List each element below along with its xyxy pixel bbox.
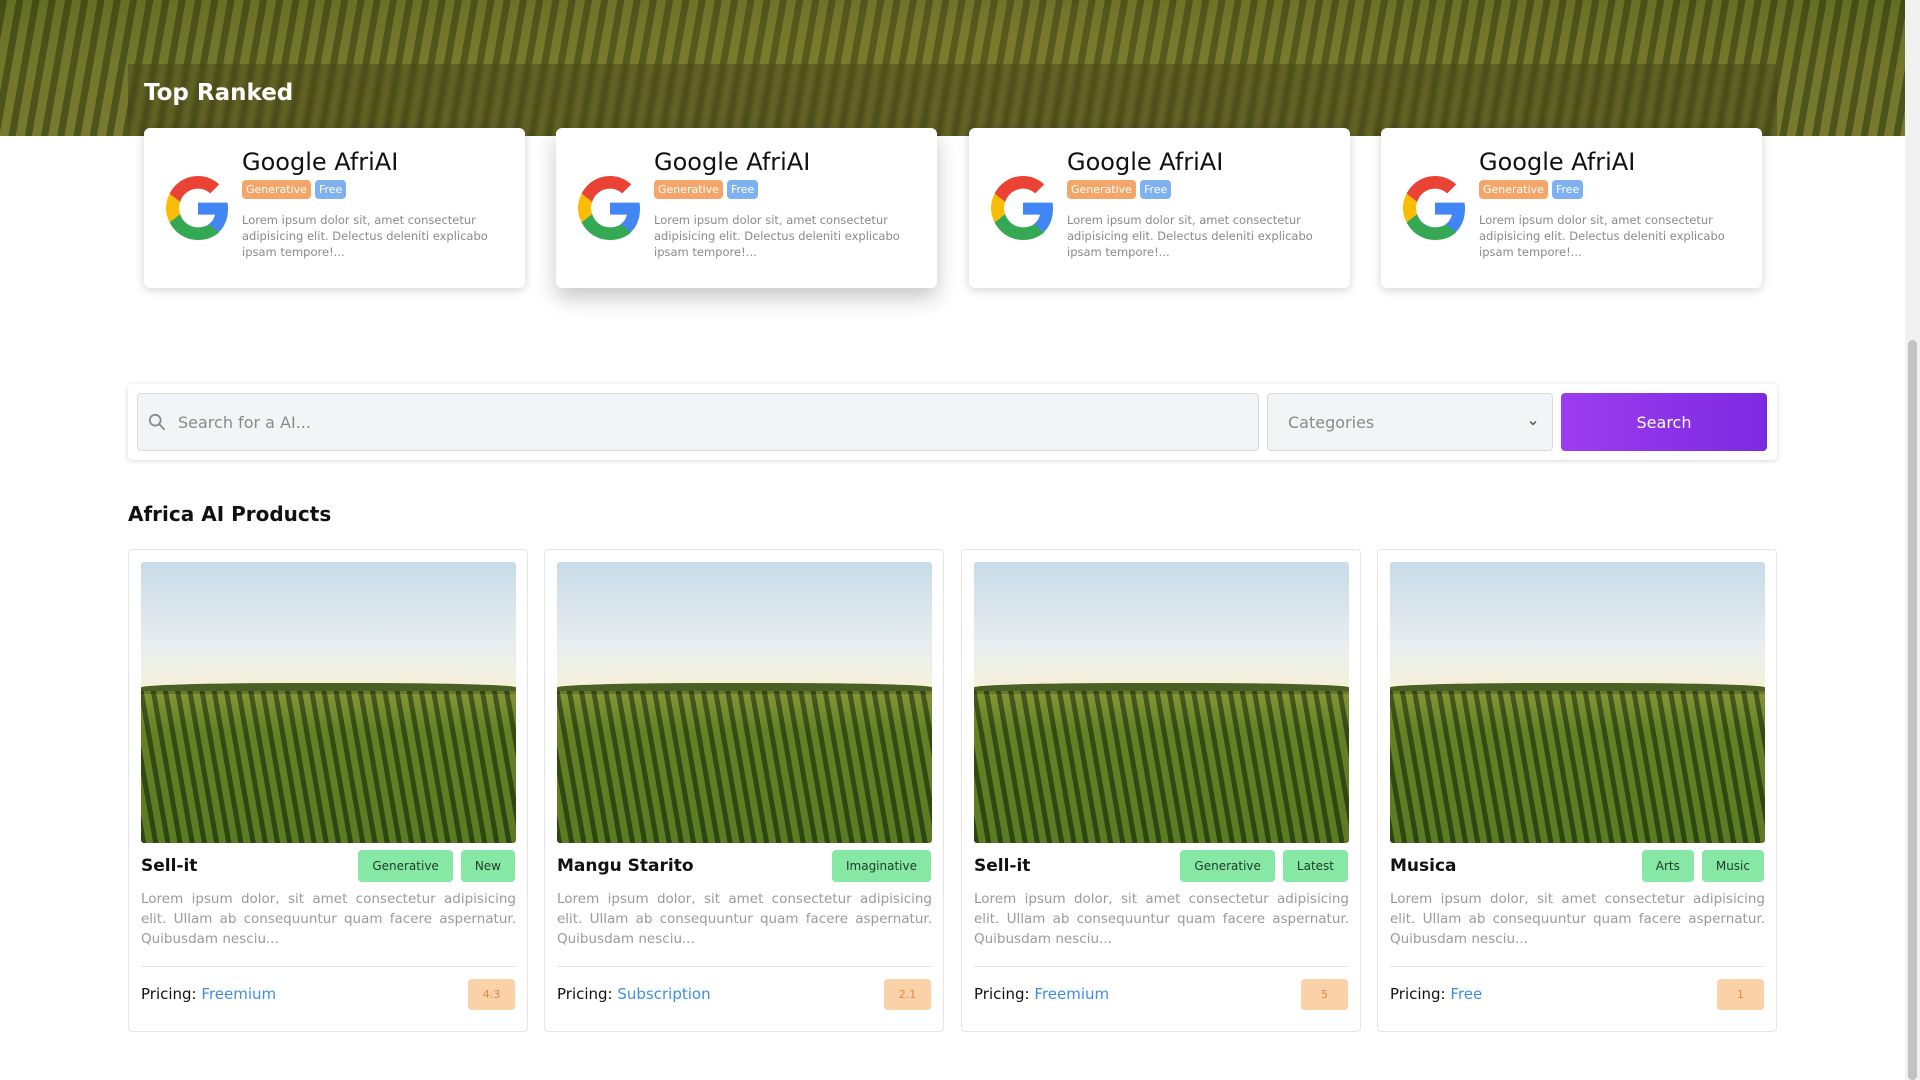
tag-badge: Free xyxy=(1551,180,1584,199)
top-card-description: Lorem ipsum dolor sit, amet consectetur … xyxy=(1479,213,1725,259)
product-description: Lorem ipsum dolor, sit amet consectetur … xyxy=(974,891,1349,947)
divider xyxy=(974,966,1349,967)
pricing: Pricing: Subscription xyxy=(557,985,711,1003)
top-card-description: Lorem ipsum dolor sit, amet consectetur … xyxy=(1067,213,1313,259)
product-name: Musica xyxy=(1390,856,1457,876)
tag-badge: Imaginative xyxy=(831,850,931,882)
pricing: Pricing: Freemium xyxy=(141,985,276,1003)
rating-badge: 5 xyxy=(1301,979,1348,1010)
divider xyxy=(1390,966,1765,967)
categories-select[interactable]: Categories xyxy=(1267,393,1553,451)
top-ranked-title: Top Ranked xyxy=(144,80,294,106)
google-logo-icon xyxy=(991,176,1053,240)
pricing-label: Pricing: xyxy=(141,985,197,1003)
product-card[interactable]: Sell-it Generative New Lorem ipsum dolor… xyxy=(128,549,528,1032)
top-ranked-card[interactable]: Google AfriAI Generative Free Lorem ipsu… xyxy=(1381,128,1762,288)
top-card-description: Lorem ipsum dolor sit, amet consectetur … xyxy=(654,213,900,259)
tag-badge: Generative xyxy=(358,850,453,882)
top-card-description: Lorem ipsum dolor sit, amet consectetur … xyxy=(242,213,488,259)
product-description: Lorem ipsum dolor, sit amet consectetur … xyxy=(141,891,516,947)
scrollbar-thumb[interactable] xyxy=(1908,340,1917,1080)
tag-badge: Free xyxy=(314,180,347,199)
tag-badge: Generative xyxy=(1180,850,1275,882)
tag-badge: Latest xyxy=(1282,850,1348,882)
pricing: Pricing: Free xyxy=(1390,985,1482,1003)
google-logo-icon xyxy=(1403,176,1465,240)
pricing-value-link[interactable]: Freemium xyxy=(201,985,276,1003)
product-description: Lorem ipsum dolor, sit amet consectetur … xyxy=(557,891,932,947)
pricing-value-link[interactable]: Free xyxy=(1450,985,1482,1003)
divider xyxy=(141,966,516,967)
search-button[interactable]: Search xyxy=(1561,393,1767,451)
product-card[interactable]: Sell-it Generative Latest Lorem ipsum do… xyxy=(961,549,1361,1032)
product-image xyxy=(141,562,516,843)
tag-badge: Arts xyxy=(1641,850,1694,882)
pricing-label: Pricing: xyxy=(974,985,1030,1003)
google-logo-icon xyxy=(578,176,640,240)
divider xyxy=(557,966,932,967)
top-ranked-panel xyxy=(128,64,1777,136)
pricing-value-link[interactable]: Freemium xyxy=(1034,985,1109,1003)
product-name: Mangu Starito xyxy=(557,856,694,876)
categories-label: Categories xyxy=(1288,413,1375,432)
pricing: Pricing: Freemium xyxy=(974,985,1109,1003)
product-image xyxy=(557,562,932,843)
tag-badge: Generative xyxy=(654,180,723,199)
rating-badge: 4.3 xyxy=(468,979,515,1010)
product-image xyxy=(974,562,1349,843)
top-card-name: Google AfriAI xyxy=(654,148,811,176)
product-card[interactable]: Musica Arts Music Lorem ipsum dolor, sit… xyxy=(1377,549,1777,1032)
product-image xyxy=(1390,562,1765,843)
product-name: Sell-it xyxy=(141,856,198,876)
top-card-name: Google AfriAI xyxy=(1479,148,1636,176)
chevron-down-icon xyxy=(1529,420,1537,426)
top-ranked-card[interactable]: Google AfriAI Generative Free Lorem ipsu… xyxy=(144,128,525,288)
top-card-name: Google AfriAI xyxy=(1067,148,1224,176)
google-logo-icon xyxy=(166,176,228,240)
rating-badge: 1 xyxy=(1717,979,1764,1010)
pricing-value-link[interactable]: Subscription xyxy=(617,985,710,1003)
top-ranked-card[interactable]: Google AfriAI Generative Free Lorem ipsu… xyxy=(969,128,1350,288)
pricing-label: Pricing: xyxy=(1390,985,1446,1003)
products-section-title: Africa AI Products xyxy=(128,502,332,526)
product-description: Lorem ipsum dolor, sit amet consectetur … xyxy=(1390,891,1765,947)
search-icon xyxy=(148,413,166,431)
tag-badge: Music xyxy=(1701,850,1764,882)
product-card[interactable]: Mangu Starito Imaginative Lorem ipsum do… xyxy=(544,549,944,1032)
tag-badge: Generative xyxy=(1479,180,1548,199)
top-card-name: Google AfriAI xyxy=(242,148,399,176)
tag-badge: Free xyxy=(726,180,759,199)
top-ranked-card[interactable]: Google AfriAI Generative Free Lorem ipsu… xyxy=(556,128,937,288)
tag-badge: Free xyxy=(1139,180,1172,199)
search-bar: Categories Search xyxy=(128,384,1777,460)
rating-badge: 2.1 xyxy=(884,979,931,1010)
tag-badge: Generative xyxy=(242,180,311,199)
tag-badge: Generative xyxy=(1067,180,1136,199)
pricing-label: Pricing: xyxy=(557,985,613,1003)
tag-badge: New xyxy=(460,850,515,882)
product-name: Sell-it xyxy=(974,856,1031,876)
search-input[interactable] xyxy=(137,393,1259,451)
